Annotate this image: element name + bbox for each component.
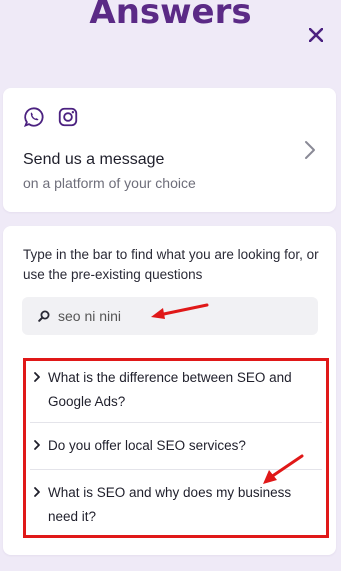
search-icon xyxy=(38,310,50,322)
chevron-right-icon xyxy=(34,372,40,382)
faq-item[interactable]: What is SEO and why does my business nee… xyxy=(26,481,326,533)
faq-question: What is the difference between SEO and G… xyxy=(48,370,292,409)
page-title: Answers xyxy=(89,0,252,32)
faq-item[interactable]: What is the difference between SEO and G… xyxy=(26,366,326,418)
chevron-right-icon xyxy=(34,487,40,497)
close-button[interactable] xyxy=(306,25,326,45)
faq-search-card: Type in the bar to find what you are loo… xyxy=(3,226,336,555)
search-instructions: Type in the bar to find what you are loo… xyxy=(23,247,319,282)
faq-question: What is SEO and why does my business nee… xyxy=(48,485,292,524)
annotation-arrow-faq xyxy=(263,454,304,484)
chevron-right-icon xyxy=(305,141,315,159)
send-message-title: Send us a message xyxy=(23,151,165,168)
whatsapp-icon[interactable] xyxy=(23,106,45,128)
annotation-highlight-box: What is the difference between SEO and G… xyxy=(23,358,329,538)
send-message-subtitle: on a platform of your choice xyxy=(23,175,196,191)
instagram-icon[interactable] xyxy=(57,106,79,128)
platform-icons xyxy=(23,106,79,128)
chevron-right-icon xyxy=(34,440,40,450)
annotation-arrow-search xyxy=(151,303,209,319)
divider xyxy=(30,422,322,423)
close-icon xyxy=(309,28,323,42)
send-message-card[interactable]: Send us a message on a platform of your … xyxy=(3,88,336,212)
